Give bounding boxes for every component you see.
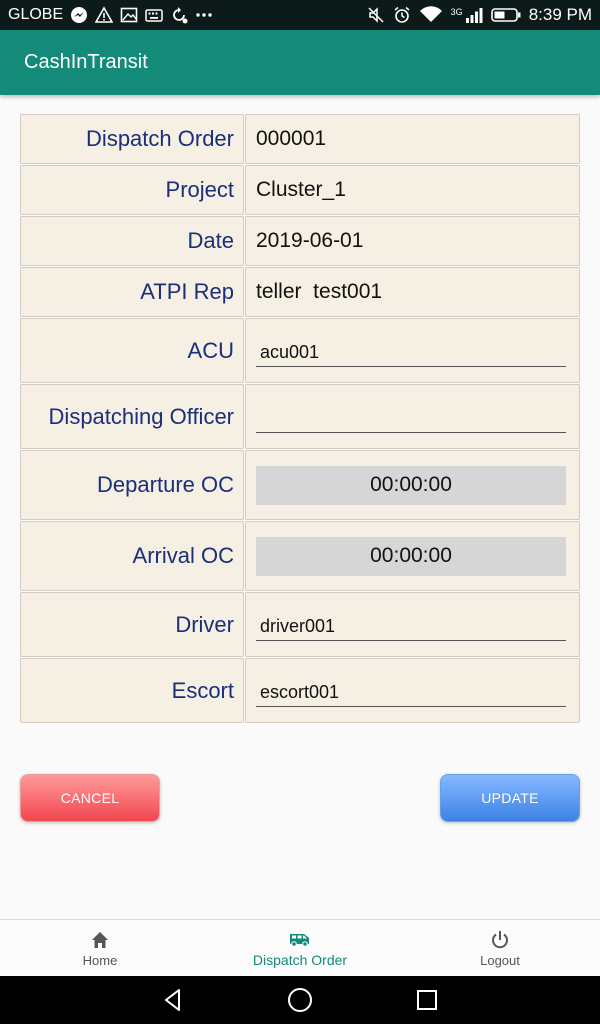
date-value: 2019-06-01 <box>245 216 580 266</box>
signal-icon <box>465 6 483 24</box>
nav-label-dispatch-order: Dispatch Order <box>252 952 348 968</box>
row-project: Project Cluster_1 <box>20 165 580 215</box>
battery-icon <box>490 6 521 24</box>
row-arrival-oc: Arrival OC 00:00:00 <box>20 521 580 591</box>
acu-label: ACU <box>20 318 244 383</box>
sync-icon <box>170 6 188 24</box>
van-icon <box>290 934 309 947</box>
row-atpi-rep: ATPI Rep teller test001 <box>20 267 580 317</box>
atpi-rep-text: teller test001 <box>256 280 383 303</box>
row-date: Date 2019-06-01 <box>20 216 580 266</box>
nav-item-home[interactable]: Home <box>0 920 200 976</box>
driver-input[interactable]: driver001 <box>256 616 566 641</box>
row-driver: Driver driver001 <box>20 592 580 657</box>
keyboard-icon <box>145 6 163 24</box>
image-icon <box>120 6 138 24</box>
bottom-navigation: Home Dispatch Order Logout <box>0 919 600 976</box>
project-value: Cluster_1 <box>245 165 580 215</box>
escort-cell: escort001 <box>245 658 580 723</box>
atpi-rep-value: teller test001 <box>245 267 580 317</box>
dispatch-order-value: 000001 <box>245 114 580 164</box>
escort-label: Escort <box>20 658 244 723</box>
date-label: Date <box>20 216 244 266</box>
row-escort: Escort escort001 <box>20 658 580 723</box>
departure-oc-time-picker[interactable]: 00:00:00 <box>256 465 566 505</box>
driver-label: Driver <box>20 592 244 657</box>
dispatch-order-label: Dispatch Order <box>20 114 244 164</box>
mute-icon <box>367 6 385 24</box>
recents-icon[interactable] <box>413 986 441 1014</box>
alert-icon <box>95 6 114 24</box>
dispatching-officer-input[interactable] <box>256 409 566 433</box>
row-dispatching-officer: Dispatching Officer <box>20 384 580 449</box>
acu-input[interactable]: acu001 <box>256 342 566 367</box>
alarm-icon <box>393 6 411 24</box>
acu-cell: acu001 <box>245 318 580 383</box>
nav-label-logout: Logout <box>480 952 520 968</box>
project-label: Project <box>20 165 244 215</box>
atpi-rep-label: ATPI Rep <box>20 267 244 317</box>
nav-item-logout[interactable]: Logout <box>400 920 600 976</box>
home-icon <box>92 931 108 948</box>
row-acu: ACU acu001 <box>20 318 580 383</box>
cancel-button[interactable]: CANCEL <box>20 774 160 822</box>
arrival-oc-label: Arrival OC <box>20 521 244 591</box>
row-departure-oc: Departure OC 00:00:00 <box>20 450 580 520</box>
clock: 8:39 PM <box>528 5 592 24</box>
messenger-icon <box>70 6 88 24</box>
nav-label-home: Home <box>82 952 118 968</box>
app-title: CashInTransit <box>24 51 148 73</box>
dispatching-officer-label: Dispatching Officer <box>20 384 244 449</box>
departure-oc-cell: 00:00:00 <box>245 450 580 520</box>
update-button[interactable]: UPDATE <box>440 774 580 822</box>
dispatch-order-form: Dispatch Order 000001 Project Cluster_1 … <box>20 114 580 724</box>
status-bar: GLOBE 3G 8:39 PM <box>0 0 600 30</box>
system-navigation-bar <box>0 976 600 1024</box>
power-icon <box>492 930 508 948</box>
arrival-oc-time-picker[interactable]: 00:00:00 <box>256 536 566 576</box>
arrival-oc-cell: 00:00:00 <box>245 521 580 591</box>
wifi-icon <box>419 6 443 24</box>
app-bar: CashInTransit <box>0 30 600 95</box>
carrier-name: GLOBE <box>8 6 64 23</box>
network-type: 3G <box>450 7 463 17</box>
driver-cell: driver001 <box>245 592 580 657</box>
more-icon <box>195 6 213 24</box>
nav-item-dispatch-order[interactable]: Dispatch Order <box>200 920 400 976</box>
row-dispatch-order: Dispatch Order 000001 <box>20 114 580 164</box>
home-circle-icon[interactable] <box>286 986 314 1014</box>
escort-input[interactable]: escort001 <box>256 682 566 707</box>
dispatching-officer-cell <box>245 384 580 449</box>
back-icon[interactable] <box>159 986 187 1014</box>
departure-oc-label: Departure OC <box>20 450 244 520</box>
